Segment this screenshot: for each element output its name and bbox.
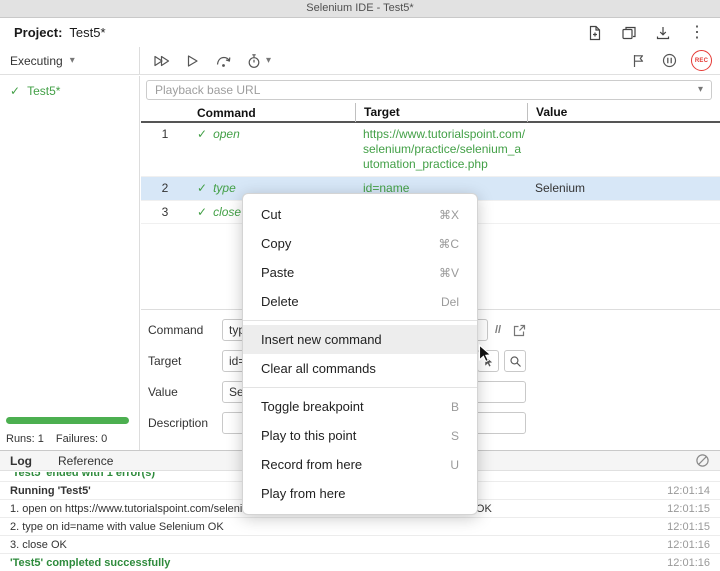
- row-number: 2: [141, 181, 189, 195]
- log-timestamp: 12:01:16: [667, 557, 710, 569]
- column-header-target: Target: [355, 103, 527, 122]
- menu-item-record-from-here[interactable]: Record from here U: [243, 450, 477, 479]
- check-icon: ✓: [10, 84, 20, 98]
- failures-count: Failures: 0: [56, 433, 107, 445]
- context-menu: Cut ⌘X Copy ⌘C Paste ⌘V Delete Del Inser…: [242, 193, 478, 515]
- play-controls: ▾: [140, 47, 283, 74]
- target-field-label: Target: [148, 354, 222, 368]
- tab-log[interactable]: Log: [10, 454, 32, 468]
- mouse-cursor: [478, 344, 494, 364]
- step-over-button[interactable]: [214, 52, 232, 70]
- menu-item-clear-all-commands[interactable]: Clear all commands: [243, 354, 477, 383]
- open-project-icon[interactable]: [620, 24, 638, 42]
- column-header-command: Command: [189, 106, 355, 120]
- disable-breakpoints-button[interactable]: [629, 52, 647, 70]
- description-field-label: Description: [148, 416, 222, 430]
- table-row[interactable]: 1 ✓ open https://www.tutorialspoint.com/…: [141, 123, 720, 177]
- column-header-value: Value: [527, 103, 720, 122]
- menu-shortcut: ⌘C: [438, 237, 459, 251]
- run-current-test-button[interactable]: [183, 52, 201, 70]
- record-button[interactable]: REC: [691, 50, 712, 71]
- test-speed-control[interactable]: ▾: [245, 52, 271, 70]
- toolbar: Executing ▾ ▾: [0, 47, 720, 75]
- chevron-down-icon: ▾: [266, 56, 271, 66]
- test-progress-bar: [6, 417, 129, 424]
- test-name: Test5*: [27, 84, 60, 98]
- new-project-icon[interactable]: [586, 24, 604, 42]
- menu-item-paste[interactable]: Paste ⌘V: [243, 258, 477, 287]
- menu-item-play-from-here[interactable]: Play from here: [243, 479, 477, 508]
- window-title: Selenium IDE - Test5*: [0, 0, 720, 18]
- menu-separator: [243, 387, 477, 388]
- value-field-label: Value: [148, 385, 222, 399]
- command-cell: type: [213, 181, 236, 195]
- comment-toggle-icon[interactable]: //: [495, 324, 501, 336]
- menu-item-insert-new-command[interactable]: Insert new command: [243, 325, 477, 354]
- sidebar-item-test5[interactable]: ✓ Test5*: [0, 76, 139, 106]
- menu-separator: [243, 320, 477, 321]
- table-header-row: Command Target Value: [141, 104, 720, 123]
- log-entry: 3. close OK 12:01:16: [0, 536, 720, 554]
- log-timestamp: 12:01:15: [667, 521, 710, 533]
- stopwatch-icon: [245, 52, 263, 70]
- check-icon: ✓: [197, 205, 207, 219]
- menu-shortcut: B: [451, 400, 459, 414]
- menu-shortcut: Del: [441, 295, 459, 309]
- project-label: Project:: [14, 25, 62, 40]
- playback-base-url-input[interactable]: [146, 80, 712, 100]
- runs-count: Runs: 1: [6, 433, 44, 445]
- more-options-icon[interactable]: ⋮: [688, 24, 706, 42]
- menu-item-cut[interactable]: Cut ⌘X: [243, 200, 477, 229]
- pause-on-exceptions-button[interactable]: [660, 52, 678, 70]
- tab-reference[interactable]: Reference: [58, 454, 113, 468]
- log-timestamp: 12:01:15: [667, 503, 710, 515]
- chevron-down-icon: ▾: [70, 56, 75, 66]
- executing-label: Executing: [10, 54, 63, 68]
- command-field-label: Command: [148, 323, 222, 337]
- project-bar: Project: Test5* ⋮: [0, 18, 720, 47]
- row-number: 3: [141, 205, 189, 219]
- row-number: 1: [141, 127, 189, 141]
- command-cell: open: [213, 127, 240, 141]
- sidebar-status: Runs: 1 Failures: 0: [6, 417, 129, 445]
- target-cell: https://www.tutorialspoint.com/selenium/…: [363, 127, 527, 172]
- playback-url-bar: ▾: [141, 76, 720, 104]
- toolbar-right-controls: REC: [629, 47, 720, 74]
- project-name[interactable]: Test5*: [69, 25, 105, 40]
- value-cell: Selenium: [535, 181, 585, 195]
- menu-shortcut: S: [451, 429, 459, 443]
- chevron-down-icon[interactable]: ▾: [698, 85, 703, 95]
- log-timestamp: 12:01:14: [667, 485, 710, 497]
- menu-item-delete[interactable]: Delete Del: [243, 287, 477, 316]
- command-cell: close: [213, 205, 241, 219]
- check-icon: ✓: [197, 127, 207, 141]
- log-timestamp: 12:01:16: [667, 539, 710, 551]
- clear-log-button[interactable]: [695, 453, 710, 468]
- menu-shortcut: ⌘V: [439, 266, 459, 280]
- tests-sidebar: ✓ Test5* Runs: 1 Failures: 0: [0, 76, 140, 450]
- menu-shortcut: U: [450, 458, 459, 472]
- log-entry: 'Test5' completed successfully 12:01:16: [0, 554, 720, 571]
- menu-item-copy[interactable]: Copy ⌘C: [243, 229, 477, 258]
- menu-item-toggle-breakpoint[interactable]: Toggle breakpoint B: [243, 392, 477, 421]
- run-all-tests-button[interactable]: [152, 52, 170, 70]
- save-project-icon[interactable]: [654, 24, 672, 42]
- check-icon: ✓: [197, 181, 207, 195]
- menu-item-play-to-this-point[interactable]: Play to this point S: [243, 421, 477, 450]
- executing-dropdown[interactable]: Executing ▾: [0, 47, 140, 74]
- open-reference-icon[interactable]: [510, 321, 528, 339]
- log-entry: 2. type on id=name with value Selenium O…: [0, 518, 720, 536]
- menu-shortcut: ⌘X: [439, 208, 459, 222]
- selenium-ide-window: Selenium IDE - Test5* Project: Test5* ⋮ …: [0, 0, 720, 571]
- find-target-button[interactable]: [504, 350, 526, 372]
- project-actions: ⋮: [586, 24, 706, 42]
